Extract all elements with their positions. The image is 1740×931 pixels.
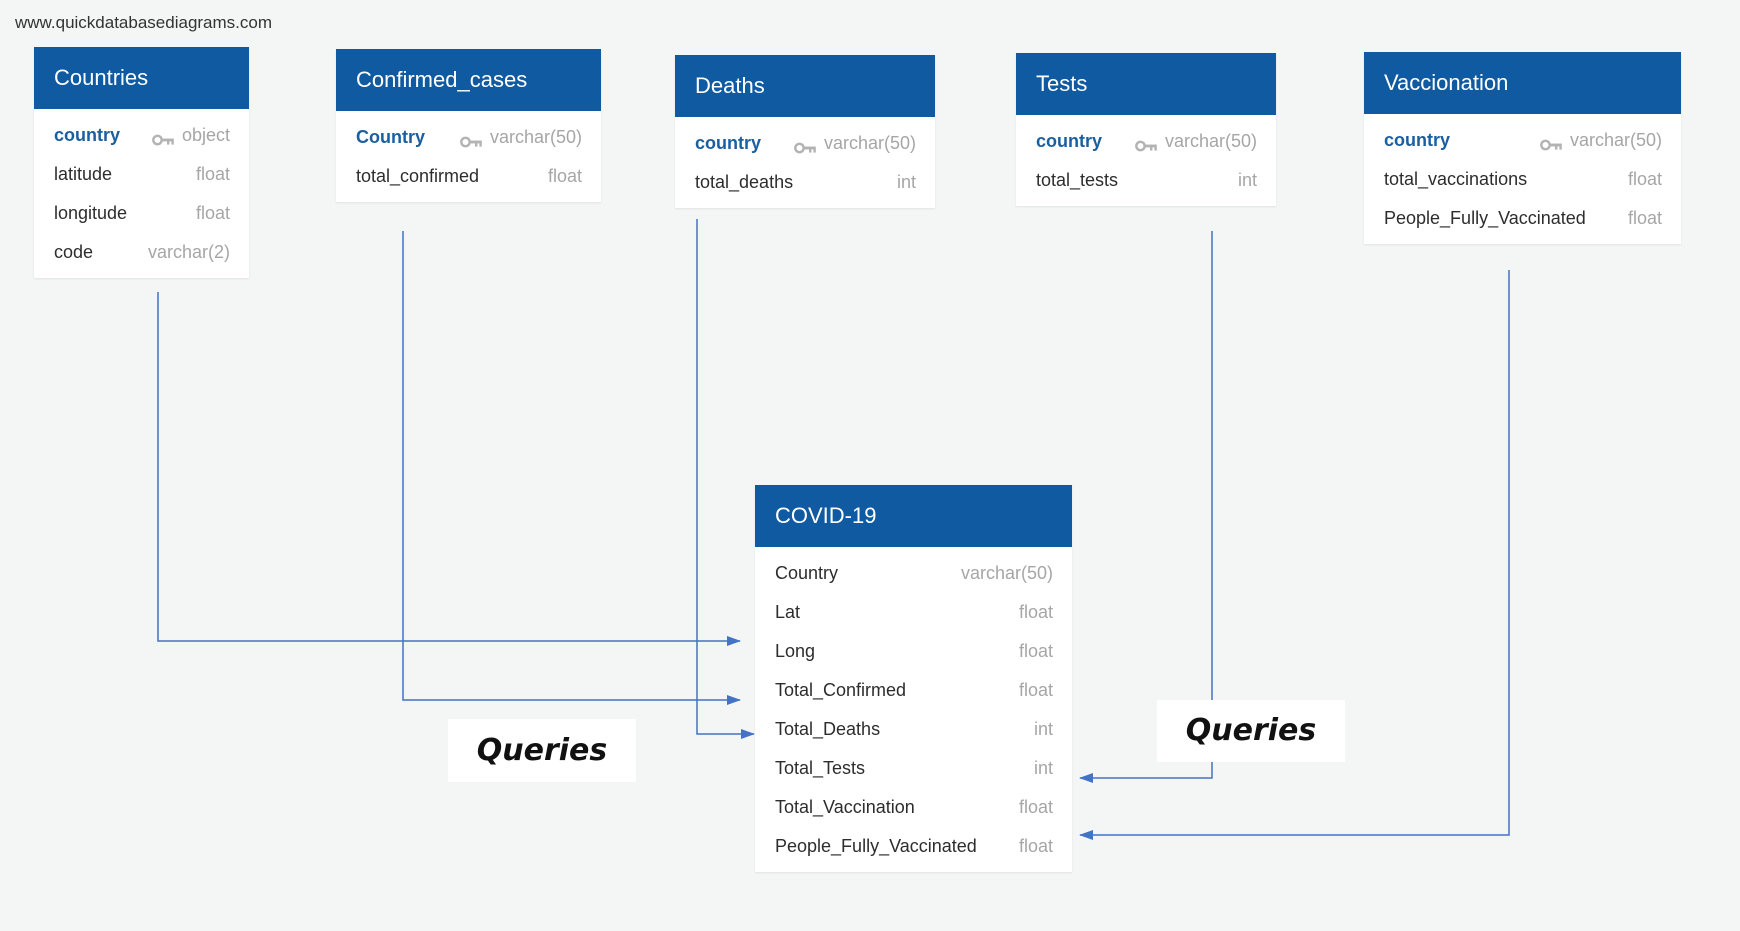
field-name: People_Fully_Vaccinated [775, 836, 977, 856]
queries-label-right: Queries [1157, 700, 1345, 762]
field-name: country [1036, 131, 1103, 151]
field-type: float [1018, 602, 1053, 622]
field-row[interactable]: total_vaccinations float [1364, 160, 1681, 199]
table-confirmed-cases-fields: Country varchar(50) total_confirmed float [336, 111, 601, 202]
connector-tests-to-covid19 [1079, 231, 1213, 783]
field-name: Total_Tests [775, 758, 866, 778]
field-type: float [195, 164, 230, 184]
table-covid19[interactable]: COVID-19 Country varchar(50) Lat float Long f… [755, 485, 1072, 872]
connector-confirmed-to-covid19 [402, 231, 741, 705]
field-type: int [1033, 719, 1053, 739]
field-row[interactable]: total_deaths int [675, 163, 935, 202]
connector-deaths-to-covid19 [696, 219, 755, 739]
table-covid19-fields: Country varchar(50) Lat float Long float Total… [755, 547, 1072, 872]
table-deaths-header: Deaths [675, 55, 935, 117]
field-row[interactable]: Total_Deaths int [755, 710, 1072, 749]
key-icon [460, 132, 484, 147]
table-confirmed-cases-header: Confirmed_cases [336, 49, 601, 111]
field-type: varchar(50) [1569, 130, 1662, 150]
field-name: longitude [54, 203, 128, 223]
field-type: varchar(50) [823, 133, 916, 153]
table-vaccionation[interactable]: Vaccionation country varchar(50) total_vac… [1364, 52, 1681, 244]
field-row[interactable]: latitude float [34, 155, 249, 194]
field-type: float [1018, 797, 1053, 817]
key-icon [1540, 135, 1564, 150]
field-type: object [181, 125, 230, 145]
field-name: People_Fully_Vaccinated [1384, 208, 1586, 228]
field-name: country [1384, 130, 1451, 150]
field-type: float [547, 166, 582, 186]
field-name: country [695, 133, 762, 153]
field-row[interactable]: Long float [755, 632, 1072, 671]
table-countries-header: Countries [34, 47, 249, 109]
field-name: Country [775, 563, 839, 583]
field-name: Long [775, 641, 816, 661]
field-type: int [896, 172, 916, 192]
table-vaccionation-header: Vaccionation [1364, 52, 1681, 114]
field-row[interactable]: country varchar(50) [1016, 122, 1276, 161]
field-type: float [195, 203, 230, 223]
table-tests-header: Tests [1016, 53, 1276, 115]
table-countries[interactable]: Countries country object latitude float long… [34, 47, 249, 278]
field-type: varchar(50) [1164, 131, 1257, 151]
watermark: www.quickdatabasediagrams.com [15, 13, 273, 32]
field-name: total_deaths [695, 172, 794, 192]
key-icon [794, 138, 818, 153]
field-type: float [1018, 641, 1053, 661]
field-name: Total_Confirmed [775, 680, 907, 700]
field-name: Total_Vaccination [775, 797, 915, 817]
field-name: code [54, 242, 94, 262]
field-row[interactable]: longitude float [34, 194, 249, 233]
field-type: float [1018, 680, 1053, 700]
table-covid19-header: COVID-19 [755, 485, 1072, 547]
field-type: int [1237, 170, 1257, 190]
field-row[interactable]: country varchar(50) [1364, 121, 1681, 160]
field-name: Lat [775, 602, 801, 622]
table-deaths-fields: country varchar(50) total_deaths int [675, 117, 935, 208]
table-tests[interactable]: Tests country varchar(50) total_tests int [1016, 53, 1276, 206]
field-row[interactable]: code varchar(2) [34, 233, 249, 272]
field-row[interactable]: Country varchar(50) [755, 554, 1072, 593]
field-type: varchar(50) [960, 563, 1053, 583]
field-row[interactable]: Total_Vaccination float [755, 788, 1072, 827]
field-row[interactable]: total_confirmed float [336, 157, 601, 196]
field-row[interactable]: Total_Confirmed float [755, 671, 1072, 710]
field-type: varchar(50) [489, 127, 582, 147]
key-icon [1135, 136, 1159, 151]
field-name: total_tests [1036, 170, 1119, 190]
field-row[interactable]: country object [34, 116, 249, 155]
table-vaccionation-fields: country varchar(50) total_vaccinations floa… [1364, 114, 1681, 244]
field-row[interactable]: Lat float [755, 593, 1072, 632]
field-name: country [54, 125, 121, 145]
field-name: total_confirmed [356, 166, 480, 186]
field-row[interactable]: People_Fully_Vaccinated float [755, 827, 1072, 866]
field-type: float [1627, 208, 1662, 228]
field-type: float [1018, 836, 1053, 856]
key-icon [152, 130, 176, 145]
field-name: total_vaccinations [1384, 169, 1528, 189]
field-name: latitude [54, 164, 113, 184]
table-countries-fields: country object latitude float longitude float… [34, 109, 249, 278]
table-confirmed-cases[interactable]: Confirmed_cases Country varchar(50) total_… [336, 49, 601, 202]
field-row[interactable]: total_tests int [1016, 161, 1276, 200]
field-row[interactable]: country varchar(50) [675, 124, 935, 163]
field-name: Total_Deaths [775, 719, 881, 739]
table-deaths[interactable]: Deaths country varchar(50) total_deaths int [675, 55, 935, 208]
field-type: int [1033, 758, 1053, 778]
field-type: float [1627, 169, 1662, 189]
field-row[interactable]: Total_Tests int [755, 749, 1072, 788]
field-row[interactable]: People_Fully_Vaccinated float [1364, 199, 1681, 238]
field-name: Country [356, 127, 425, 147]
table-tests-fields: country varchar(50) total_tests int [1016, 115, 1276, 206]
connector-countries-to-covid19 [157, 292, 741, 646]
field-row[interactable]: Country varchar(50) [336, 118, 601, 157]
field-type: varchar(2) [147, 242, 230, 262]
queries-label-left: Queries [448, 719, 636, 782]
